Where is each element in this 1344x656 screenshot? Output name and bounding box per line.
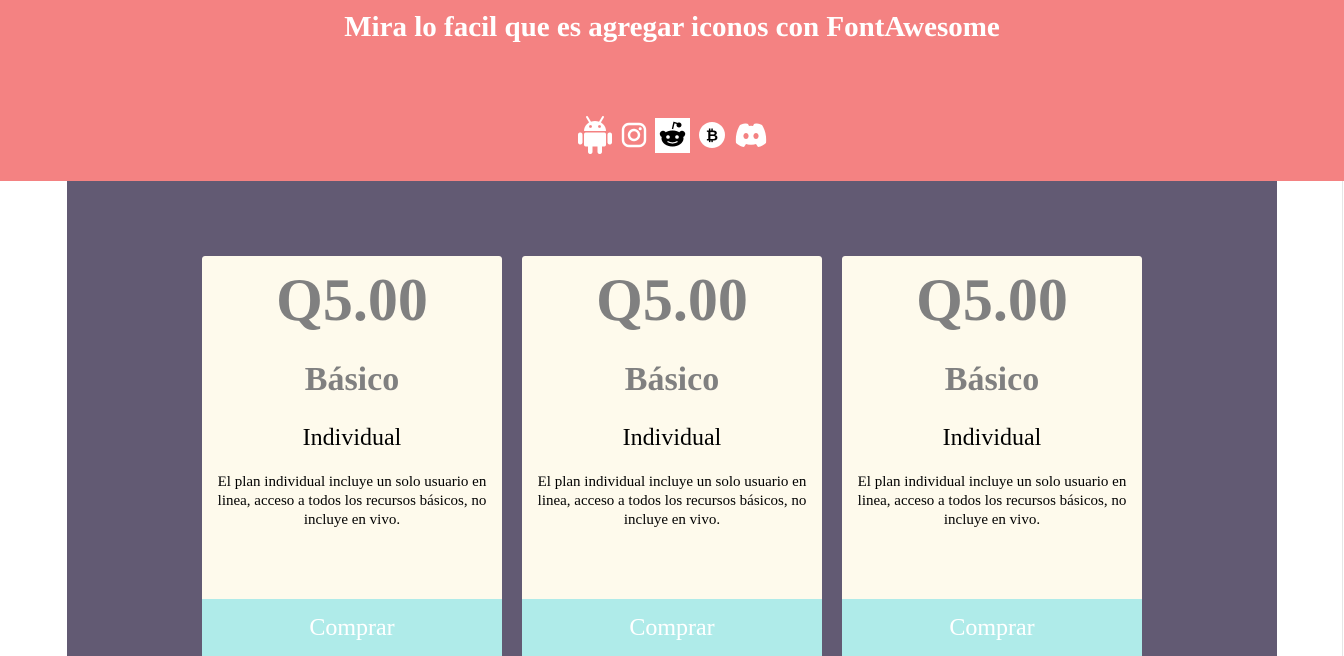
card-description: El plan individual incluye un solo usuar… <box>217 474 487 528</box>
buy-button[interactable]: Comprar <box>842 599 1142 656</box>
card-plan-name: Básico <box>624 361 720 398</box>
card-plan-name: Básico <box>304 361 400 398</box>
card-price: Q5.00 <box>916 267 1068 333</box>
svg-text:₿: ₿ <box>705 127 717 145</box>
card-plan-type: Individual <box>302 425 402 451</box>
android-icon[interactable] <box>577 115 613 155</box>
pricing-card: Q5.00 Básico Individual El plan individu… <box>842 256 1142 656</box>
icon-row: ₿ <box>0 114 1344 156</box>
card-description: El plan individual incluye un solo usuar… <box>857 474 1127 528</box>
card-plan-type: Individual <box>622 425 722 451</box>
instagram-icon[interactable] <box>621 122 647 148</box>
pricing-card: Q5.00 Básico Individual El plan individu… <box>202 256 502 656</box>
buy-button[interactable]: Comprar <box>202 599 502 656</box>
header: Mira lo facil que es agregar iconos con … <box>0 0 1344 181</box>
card-description: El plan individual incluye un solo usuar… <box>537 474 807 528</box>
card-price: Q5.00 <box>596 267 748 333</box>
divider <box>1342 181 1343 656</box>
card-plan-type: Individual <box>942 425 1042 451</box>
discord-icon[interactable] <box>734 122 768 148</box>
bitcoin-icon[interactable]: ₿ <box>698 121 726 149</box>
reddit-icon[interactable] <box>654 117 690 153</box>
buy-button[interactable]: Comprar <box>522 599 822 656</box>
pricing-card: Q5.00 Básico Individual El plan individu… <box>522 256 822 656</box>
card-price: Q5.00 <box>276 267 428 333</box>
card-plan-name: Básico <box>944 361 1040 398</box>
page-title: Mira lo facil que es agregar iconos con … <box>344 11 1000 43</box>
